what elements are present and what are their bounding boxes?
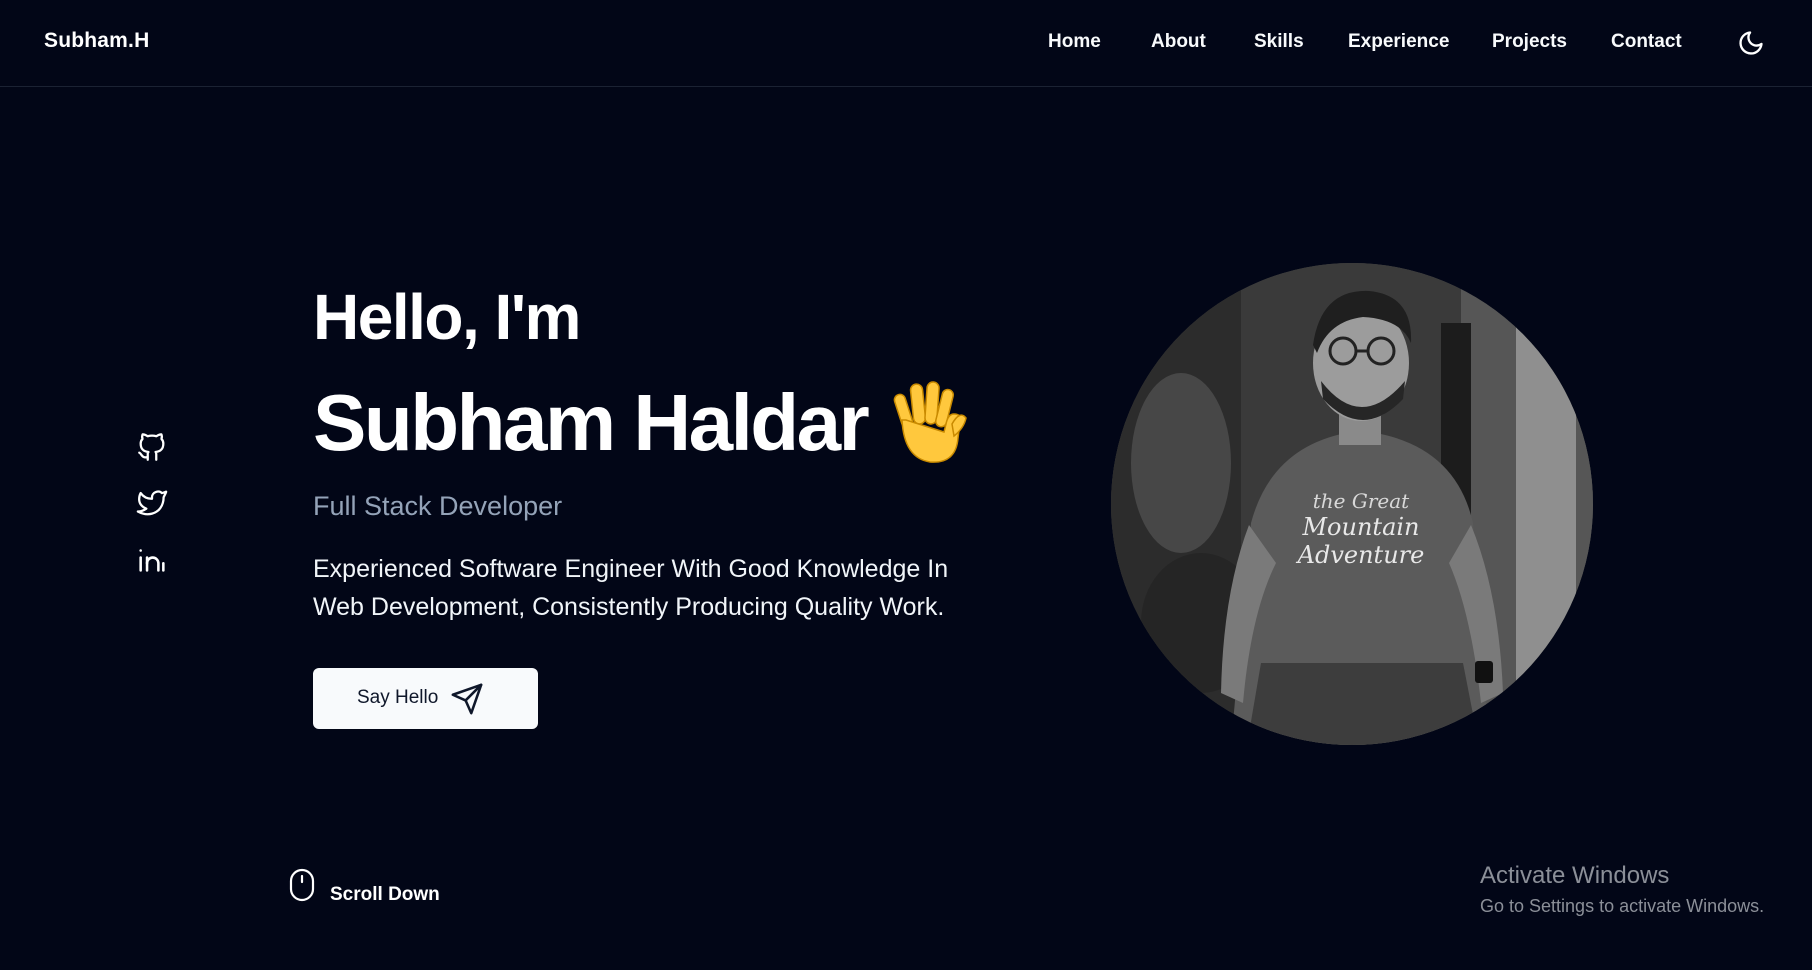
avatar-photo: the Great Mountain Adventure — [1111, 263, 1593, 745]
nav-skills[interactable]: Skills — [1254, 31, 1304, 53]
mouse-icon — [289, 868, 315, 902]
send-icon — [450, 682, 484, 716]
site-header: Subham.H Home About Skills Experience Pr… — [0, 0, 1812, 87]
say-hello-label: Say Hello — [357, 687, 439, 708]
nav-about[interactable]: About — [1151, 31, 1206, 53]
nav-home[interactable]: Home — [1048, 31, 1101, 53]
raised-hand-icon — [886, 380, 968, 466]
svg-text:Adventure: Adventure — [1296, 541, 1425, 569]
nav-contact[interactable]: Contact — [1611, 31, 1682, 53]
svg-text:Mountain: Mountain — [1301, 513, 1419, 541]
nav-experience[interactable]: Experience — [1348, 31, 1449, 53]
nav-projects[interactable]: Projects — [1492, 31, 1567, 53]
hero-description: Experienced Software Engineer With Good … — [313, 555, 949, 621]
windows-activation-watermark: Activate Windows Go to Settings to activ… — [1480, 862, 1764, 917]
hero-name: Subham Haldar — [313, 378, 870, 467]
moon-icon[interactable] — [1737, 29, 1765, 57]
scroll-down-label: Scroll Down — [330, 884, 440, 905]
say-hello-button[interactable]: Say Hello — [313, 668, 538, 729]
logo[interactable]: Subham.H — [44, 29, 149, 53]
watermark-subtitle: Go to Settings to activate Windows. — [1480, 896, 1765, 916]
linkedin-icon[interactable] — [135, 542, 169, 576]
hero-name-row: Subham Haldar — [313, 380, 968, 470]
page: Subham.H Home About Skills Experience Pr… — [0, 0, 1812, 970]
github-icon[interactable] — [135, 430, 169, 464]
hero-greeting: Hello, I'm — [313, 281, 581, 353]
hero-role: Full Stack Developer — [313, 491, 563, 521]
svg-text:the Great: the Great — [1313, 489, 1410, 513]
twitter-icon[interactable] — [135, 486, 169, 520]
watermark-title: Activate Windows — [1480, 862, 1670, 889]
